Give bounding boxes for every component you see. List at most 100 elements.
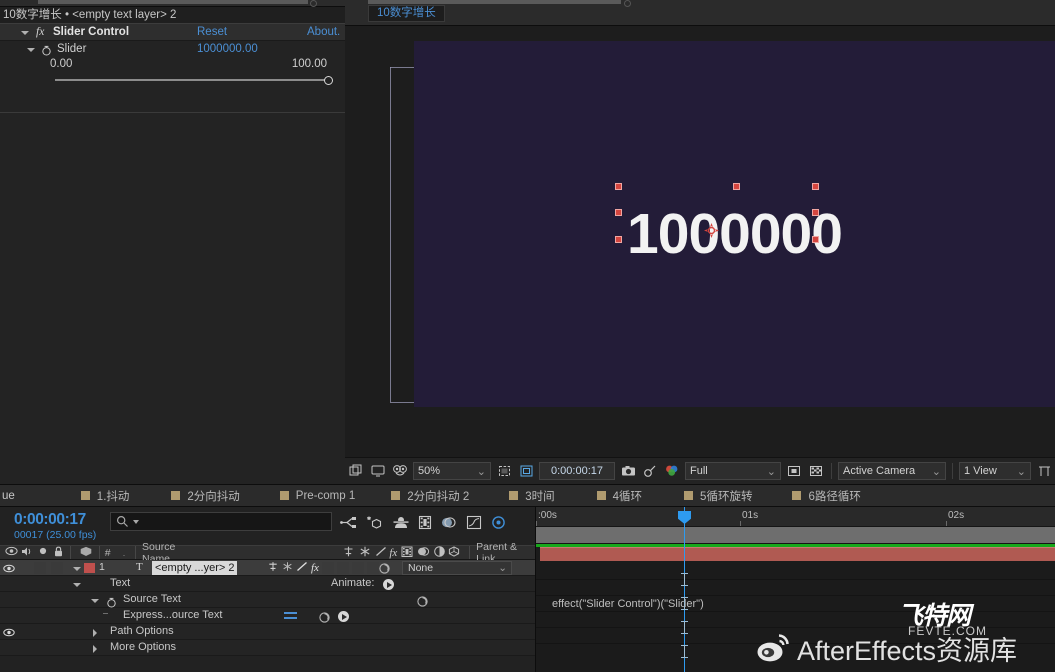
rendered-text-layer[interactable]: 1000000 [414,201,1055,267]
quality-icon[interactable] [359,546,371,560]
mask-visibility-icon[interactable] [389,458,411,485]
layer-name[interactable]: <empty ...yer> 2 [152,561,238,575]
expression-language-menu-button[interactable] [338,611,349,622]
effects-toggle-icon[interactable] [296,559,308,577]
selection-handle[interactable] [733,183,740,190]
layer-label-swatch[interactable] [84,563,95,573]
slider-handle[interactable] [324,76,333,85]
layer-visibility-toggle[interactable] [2,560,16,576]
chevron-down-icon[interactable] [72,564,81,573]
track-row[interactable] [536,612,1055,628]
track-row[interactable] [536,580,1055,596]
layer-solo-toggle[interactable] [51,562,63,574]
track-rows[interactable]: effect("Slider Control")("Slider") [536,527,1055,672]
composition-stage[interactable]: 1000000 [345,27,1055,457]
lock-icon[interactable] [53,546,64,560]
motion-blur-icon[interactable] [441,515,457,530]
zoom-level-dropdown[interactable]: 50% ⌄ [413,462,491,480]
slider-widget-row[interactable]: 0.00 100.00 [0,57,345,89]
show-snapshot-icon[interactable] [639,458,661,485]
eye-icon[interactable] [5,546,18,559]
always-preview-icon[interactable] [345,458,367,485]
transparency-grid-icon[interactable] [783,458,805,485]
three-d-layer-icon[interactable] [448,545,460,560]
views-dropdown[interactable]: 1 View ⌄ [959,462,1031,480]
column-header-number[interactable]: # [105,547,111,559]
timeline-tab-4[interactable]: 2分向抖动 2 [391,485,469,506]
anchor-point-icon[interactable] [704,223,719,238]
monitor-icon[interactable] [367,458,389,485]
viewer-timecode[interactable]: 0:00:00:17 [539,462,615,480]
fx-icon[interactable]: fx [389,547,397,559]
property-value-field[interactable]: 1000000.00 [197,43,258,55]
stopwatch-icon[interactable] [106,595,117,608]
property-row-source-text[interactable]: Source Text [0,592,535,608]
frame-blending-icon[interactable] [418,515,432,530]
selection-handle[interactable] [615,236,622,243]
selection-handle[interactable] [812,183,819,190]
timeline-tab-2[interactable]: 2分向抖动 [171,485,240,506]
property-row-text[interactable]: Text Animate: [0,576,535,592]
hide-shy-layers-icon[interactable] [393,515,409,530]
motion-blur-toggle[interactable] [336,562,349,574]
stopwatch-icon[interactable] [41,43,52,56]
search-input[interactable] [110,512,332,531]
property-row-path-options[interactable]: Path Options [0,624,535,640]
panel-menu-icon[interactable] [310,0,317,7]
adjustment-layer-toggle[interactable] [351,562,364,574]
audio-icon[interactable] [21,546,33,560]
reset-button[interactable]: Reset [197,26,227,38]
auto-keyframe-icon[interactable] [491,515,506,530]
adjustment-layer-icon[interactable] [433,545,445,560]
property-visibility-toggle[interactable] [2,624,16,640]
effects-toggle-icon[interactable] [375,546,387,560]
collapse-transforms-icon[interactable] [267,559,279,577]
timeline-tab-6[interactable]: 4循环 [596,485,642,506]
track-row[interactable] [536,628,1055,644]
track-row[interactable] [536,564,1055,580]
frame-blend-toggle[interactable] [321,562,334,574]
timeline-graph-area[interactable]: :00s 01s 02s effect("Slider Control")("S… [535,507,1055,672]
timeline-tab-7[interactable]: 5循环旋转 [684,485,752,506]
animate-menu-button[interactable] [383,579,394,590]
parent-link-dropdown[interactable]: None ⌄ [402,561,512,575]
title-action-safe-icon[interactable] [515,458,537,485]
time-ruler[interactable]: :00s 01s 02s [536,507,1055,527]
layer-audio-toggle[interactable] [34,562,46,574]
chevron-down-icon[interactable] [72,580,81,589]
label-color-icon[interactable] [80,546,92,560]
composition-frame[interactable]: 1000000 [414,41,1055,407]
graph-editor-icon[interactable] [466,515,482,530]
channel-rgb-icon[interactable] [661,458,683,485]
timeline-tab-0[interactable]: ue [0,485,15,506]
region-of-interest-icon[interactable] [493,458,515,485]
property-row-more-options[interactable]: More Options [0,640,535,656]
fx-icon[interactable]: fx [311,562,319,574]
track-row[interactable]: effect("Slider Control")("Slider") [536,596,1055,612]
table-row[interactable]: 1 T <empty ...yer> 2 fx None ⌄ [0,560,535,576]
composition-mini-flowchart-icon[interactable] [340,515,357,530]
timeline-tab-5[interactable]: 3时间 [509,485,555,506]
quality-icon[interactable] [282,559,293,577]
camera-dropdown[interactable]: Active Camera ⌄ [838,462,946,480]
chevron-down-icon[interactable] [26,45,35,54]
selection-handle[interactable] [812,209,819,216]
layer-track-selected[interactable] [536,527,1055,544]
composition-tab[interactable]: 10数字增长 [368,5,445,22]
timeline-timecode[interactable]: 0:00:00:17 [14,511,86,529]
motion-blur-toggle-icon[interactable] [417,546,430,560]
playhead[interactable] [678,507,691,672]
frame-blend-icon[interactable] [401,546,413,560]
solo-icon[interactable] [38,546,48,559]
effect-property-slider-row[interactable]: Slider 1000000.00 [0,41,345,57]
about-button[interactable]: About. [307,26,340,38]
selection-handle[interactable] [615,209,622,216]
collapse-transforms-icon[interactable] [342,546,355,560]
resolution-dropdown[interactable]: Full ⌄ [685,462,781,480]
chevron-down-icon[interactable] [90,596,99,605]
timeline-tab-3[interactable]: Pre-comp 1 [279,485,355,506]
layer-duration-bar[interactable] [540,547,1055,561]
expression-enable-toggle[interactable] [284,612,297,620]
slider-track[interactable] [55,79,327,81]
chevron-right-icon[interactable] [90,628,99,637]
